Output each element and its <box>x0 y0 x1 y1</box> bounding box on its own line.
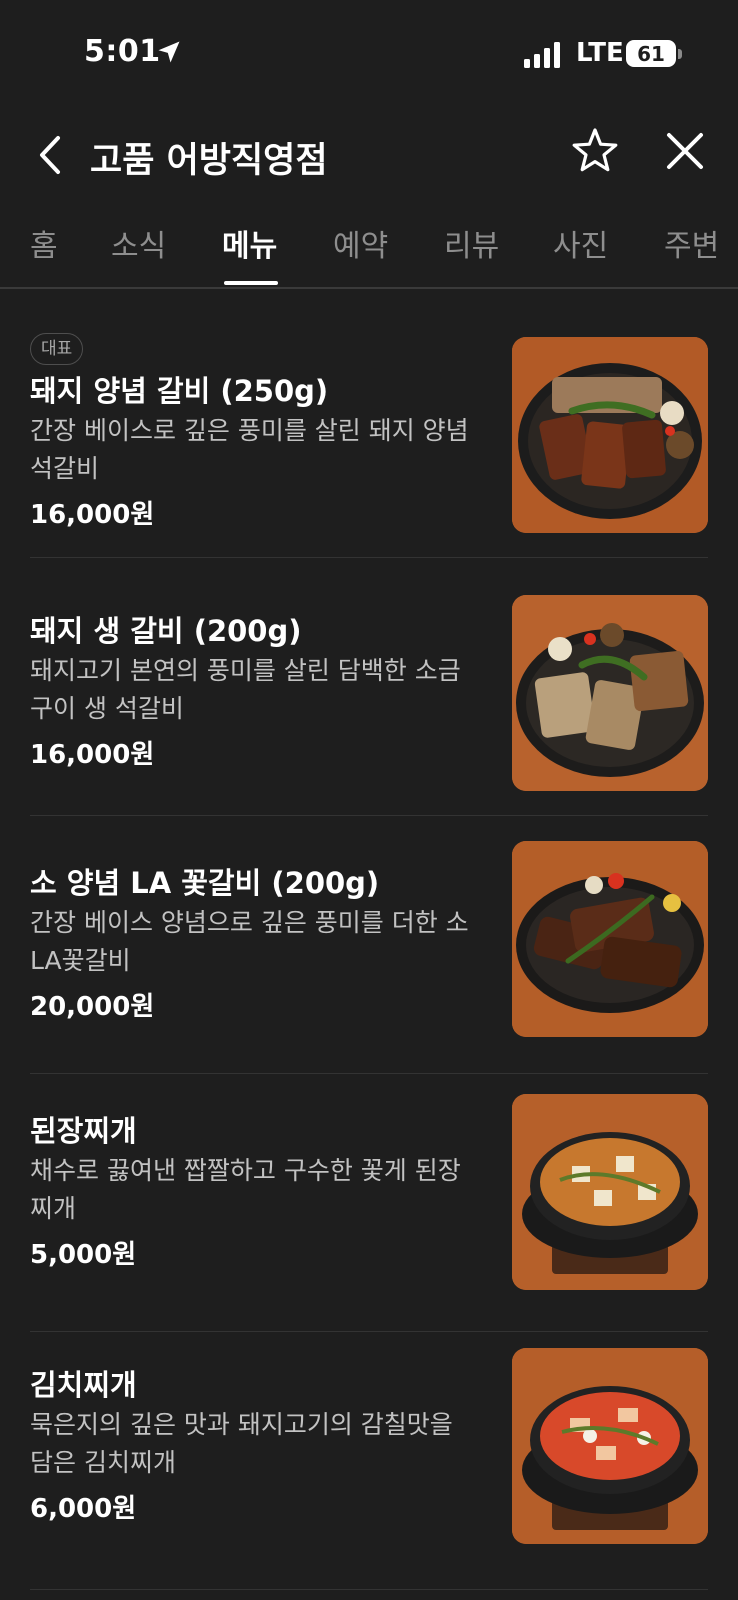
menu-item[interactable]: 돼지 생 갈비 (200g) 돼지고기 본연의 풍미를 살린 담백한 소금 구이… <box>0 558 738 816</box>
doenjang-stew-pot-image <box>512 1094 708 1290</box>
grilled-pork-ribs-plate-image <box>512 337 708 533</box>
menu-item-image[interactable] <box>512 595 708 791</box>
menu-item-price: 16,000원 <box>30 500 155 530</box>
tab-photos[interactable]: 사진 <box>553 221 608 265</box>
menu-item-name: 돼지 양념 갈비 (250g) <box>30 374 329 408</box>
menu-item[interactable]: 된장찌개 채수로 끓여낸 짭짤하고 구수한 꽃게 된장 찌개 5,000원 <box>0 1074 738 1332</box>
menu-item-description: 묵은지의 깊은 맛과 돼지고기의 감칠맛을 담은 김치찌개 <box>30 1410 453 1477</box>
battery-level: 61 <box>637 41 665 66</box>
tab-reviews[interactable]: 리뷰 <box>444 221 499 265</box>
menu-item-image[interactable] <box>512 1094 708 1290</box>
menu-item[interactable]: 김치찌개 묵은지의 깊은 맛과 돼지고기의 감칠맛을 담은 김치찌개 6,000… <box>0 1332 738 1590</box>
menu-item[interactable]: 대표 돼지 양념 갈비 (250g) 간장 베이스로 깊은 풍미를 살린 돼지 … <box>0 300 738 558</box>
kimchi-stew-pot-image <box>512 1348 708 1544</box>
menu-item-name: 된장찌개 <box>30 1114 137 1148</box>
menu-item-image[interactable] <box>512 337 708 533</box>
tab-news[interactable]: 소식 <box>111 221 166 265</box>
menu-item-name: 소 양념 LA 꽃갈비 (200g) <box>30 866 380 900</box>
tab-home[interactable]: 홈 <box>30 221 58 265</box>
tab-nearby[interactable]: 주변 <box>664 221 719 265</box>
back-button[interactable] <box>30 130 74 180</box>
network-label: LTE <box>576 38 624 68</box>
menu-item-image[interactable] <box>512 841 708 1037</box>
tab-reservation[interactable]: 예약 <box>333 221 388 265</box>
battery-icon: 61 <box>626 40 676 67</box>
beef-la-galbi-plate-image <box>512 841 708 1037</box>
close-button[interactable] <box>662 128 708 174</box>
menu-item-description: 간장 베이스로 깊은 풍미를 살린 돼지 양념 석갈비 <box>30 416 469 483</box>
menu-item-image[interactable] <box>512 1348 708 1544</box>
signal-bars-icon <box>524 42 560 68</box>
menu-item-description: 간장 베이스 양념으로 깊은 풍미를 더한 소 LA꽃갈비 <box>30 908 469 975</box>
menu-item[interactable]: 소 양념 LA 꽃갈비 (200g) 간장 베이스 양념으로 깊은 풍미를 더한… <box>0 816 738 1074</box>
divider <box>30 1589 708 1590</box>
menu-item-price: 16,000원 <box>30 740 155 770</box>
star-outline-icon <box>572 128 618 172</box>
menu-item-price: 6,000원 <box>30 1494 137 1524</box>
tab-bar: 홈 소식 메뉴 예약 리뷰 사진 주변 <box>0 205 738 289</box>
salt-grilled-pork-ribs-plate-image <box>512 595 708 791</box>
status-bar: 5:01 LTE 61 <box>0 0 738 110</box>
menu-item-price: 5,000원 <box>30 1240 137 1270</box>
active-tab-indicator <box>224 281 278 285</box>
battery-tip <box>678 49 682 59</box>
status-time: 5:01 <box>84 34 161 69</box>
chevron-left-icon <box>40 136 60 174</box>
menu-item-description: 돼지고기 본연의 풍미를 살린 담백한 소금 구이 생 석갈비 <box>30 656 461 723</box>
menu-item-description: 채수로 끓여낸 짭짤하고 구수한 꽃게 된장 찌개 <box>30 1156 461 1223</box>
close-icon <box>667 133 703 169</box>
menu-item-price: 20,000원 <box>30 992 155 1022</box>
menu-item-name: 김치찌개 <box>30 1368 137 1402</box>
favorite-button[interactable] <box>570 126 620 176</box>
tab-menu[interactable]: 메뉴 <box>222 221 277 265</box>
menu-item-name: 돼지 생 갈비 (200g) <box>30 614 302 648</box>
page-title: 고품 어방직영점 <box>90 141 328 181</box>
signature-badge: 대표 <box>30 333 84 365</box>
header: 고품 어방직영점 <box>0 110 738 200</box>
location-arrow-icon <box>158 41 180 63</box>
